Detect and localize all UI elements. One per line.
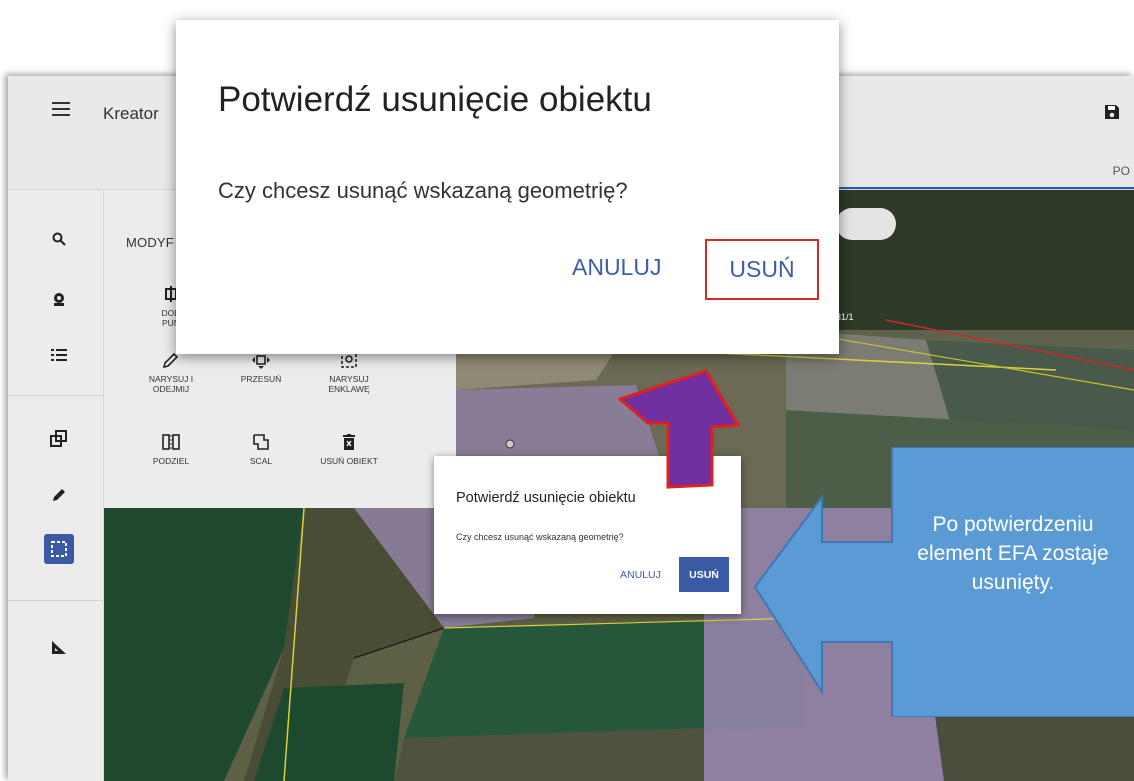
measure-icon[interactable] [44, 632, 74, 662]
dialog-title: Potwierdź usunięcie obiektu [218, 80, 652, 119]
sidebar [8, 190, 104, 781]
menu-icon[interactable] [52, 102, 70, 116]
dialog-message: Czy chcesz usunąć wskazaną geometrię? [218, 178, 628, 203]
sidebar-divider [8, 395, 103, 396]
edit-pencil-icon[interactable] [44, 480, 74, 510]
callout-text: Po potwierdzeniu element EFA zostaje usu… [917, 513, 1109, 594]
tool-label: PRZESUŃ [240, 374, 282, 384]
tool-merge[interactable]: SCAL [216, 430, 306, 466]
tool-delete-object[interactable]: USUŃ OBIEKT [304, 430, 394, 466]
list-icon[interactable] [44, 340, 74, 370]
tool-label: PODZIEL [152, 456, 190, 466]
delete-button[interactable]: USUŃ [705, 239, 819, 300]
save-icon[interactable] [1104, 104, 1120, 120]
search-icon[interactable] [44, 224, 74, 254]
tool-label: USUŃ OBIEKT [320, 456, 378, 466]
sidebar-divider [8, 600, 103, 601]
tool-split[interactable]: PODZIEL [126, 430, 216, 466]
split-icon [126, 430, 216, 454]
dialog-message: Czy chcesz usunąć wskazaną geometrię? [456, 532, 624, 542]
merge-icon [216, 430, 306, 454]
tool-label: NARYSUJ I ODEJMIJ [148, 374, 194, 394]
tool-draw-enclave[interactable]: NARYSUJ ENKLAWĘ [304, 348, 394, 394]
cancel-button[interactable]: ANULUJ [620, 569, 661, 581]
app-title: Kreator [103, 104, 159, 123]
tool-label: NARYSUJ ENKLAWĘ [328, 374, 370, 394]
delete-button[interactable]: USUŃ [679, 557, 729, 592]
delete-object-icon [304, 430, 394, 454]
plant-icon[interactable] [44, 284, 74, 314]
select-area-icon[interactable] [44, 534, 74, 564]
cancel-button[interactable]: ANULUJ [572, 254, 661, 281]
layers-copy-icon[interactable] [44, 424, 74, 454]
tool-label: SCAL [249, 456, 273, 466]
confirm-delete-dialog-large: Potwierdź usunięcie obiektu Czy chcesz u… [176, 20, 839, 354]
tool-draw-subtract[interactable]: NARYSUJ I ODEJMIJ [126, 348, 216, 394]
dialog-title: Potwierdź usunięcie obiektu [456, 490, 636, 506]
purple-arrow-icon [618, 369, 741, 489]
tools-header: MODYF [126, 235, 174, 250]
tab-po[interactable]: PO [1113, 164, 1130, 178]
